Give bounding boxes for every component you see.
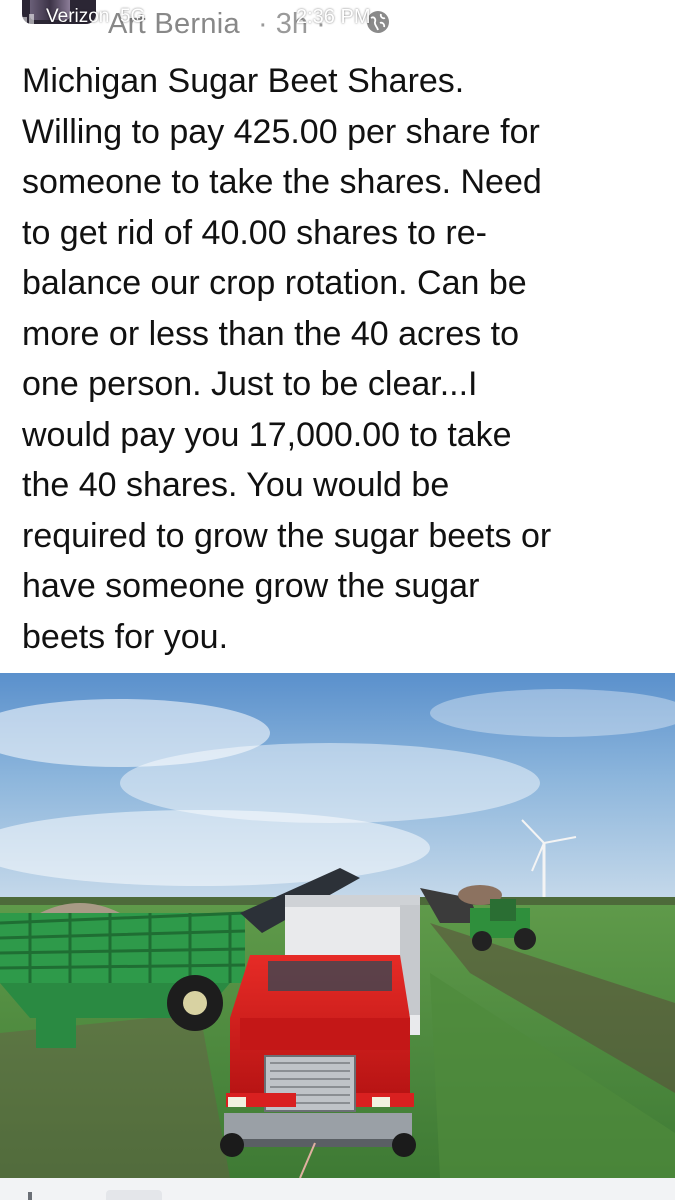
- post-photo[interactable]: [0, 673, 675, 1178]
- toolbar-tab[interactable]: [106, 1190, 162, 1200]
- signal-icon: [8, 14, 34, 28]
- post-text: Michigan Sugar Beet Shares. Willing to p…: [22, 62, 552, 656]
- toolbar-icon[interactable]: [28, 1192, 32, 1200]
- bottom-toolbar: [0, 1178, 675, 1200]
- status-time: 2:36 PM: [296, 6, 371, 28]
- battery-icon: [620, 8, 662, 28]
- carrier-label: Verizon 5G: [46, 6, 146, 27]
- status-bar: Art Bernia · 3h · Verizon 5G 2:36 PM: [0, 0, 675, 46]
- facebook-post-screen: Art Bernia · 3h · Verizon 5G 2:36 PM Mic…: [0, 0, 675, 1200]
